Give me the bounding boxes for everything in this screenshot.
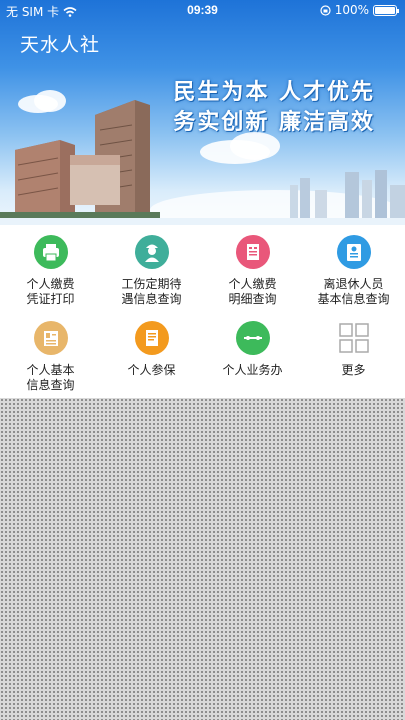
menu-label: 个人缴费 明细查询: [228, 277, 277, 306]
status-bar: 无 SIM 卡 09:39 100%: [0, 0, 405, 20]
menu-item-insurance[interactable]: 个人参保: [101, 321, 202, 378]
document-icon: [134, 321, 169, 355]
slogan-line-2: 务实创新 廉洁高效: [173, 110, 375, 135]
receipt-icon: [235, 235, 270, 269]
app-title: 天水人社: [20, 34, 101, 56]
header-banner: 天水人社 民生为本 人才优先 务实创新 廉洁高效: [0, 0, 405, 225]
menu-label: 离退休人员 基本信息查询: [317, 277, 390, 306]
dotted-overlay: [0, 398, 405, 720]
profile-card-icon: [33, 321, 68, 355]
rotation-lock-icon: [320, 4, 331, 16]
connect-icon: [235, 321, 270, 355]
slogan-line-1: 民生为本 人才优先: [173, 80, 375, 105]
battery-icon: [373, 4, 399, 16]
worker-icon: [134, 235, 169, 269]
menu-label: 工伤定期待 遇信息查询: [121, 277, 182, 306]
menu-item-payment-print[interactable]: 个人缴费 凭证打印: [0, 235, 101, 307]
service-menu: 个人缴费 凭证打印 工伤定期待 遇信息查询 个人缴费 明细查询 离退休人员 基本…: [0, 225, 405, 400]
menu-item-injury-benefit[interactable]: 工伤定期待 遇信息查询: [101, 235, 202, 307]
menu-item-personal-info[interactable]: 个人基本 信息查询: [0, 321, 101, 393]
battery-percent: 100%: [334, 3, 369, 17]
menu-item-payment-detail[interactable]: 个人缴费 明细查询: [202, 235, 303, 307]
menu-item-more[interactable]: 更多: [303, 321, 404, 378]
menu-item-retiree-info[interactable]: 离退休人员 基本信息查询: [303, 235, 404, 307]
id-card-icon: [336, 235, 371, 269]
more-grid-icon: [337, 321, 371, 355]
printer-icon: [33, 235, 68, 269]
menu-label: 更多: [341, 363, 366, 377]
menu-label: 个人缴费 凭证打印: [26, 277, 75, 306]
menu-label: 个人业务办: [222, 363, 283, 377]
menu-label: 个人基本 信息查询: [26, 363, 75, 392]
menu-label: 个人参保: [127, 363, 176, 377]
menu-item-business[interactable]: 个人业务办: [202, 321, 303, 378]
